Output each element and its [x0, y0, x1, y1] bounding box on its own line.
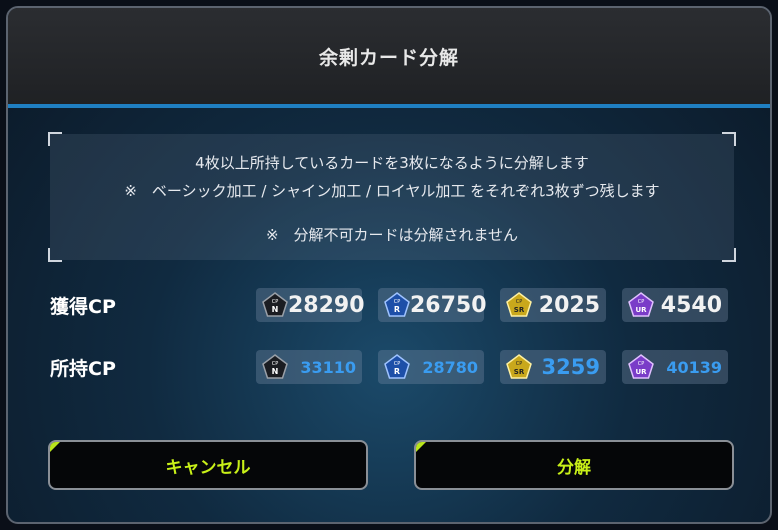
notice-panel: 4枚以上所持しているカードを3枚になるように分解します ※ ベーシック加工 / …: [48, 132, 736, 262]
gain-cp-ur: CP UR 4540: [622, 288, 728, 322]
corner-bracket: [48, 132, 62, 146]
svg-text:R: R: [394, 305, 400, 314]
gain-cp-r: CP R 26750: [378, 288, 487, 322]
owned-cp-label: 所持CP: [50, 358, 116, 380]
notice-line-3: ※ 分解不可カードは分解されません: [265, 226, 519, 244]
gain-cp-r-value: 26750: [410, 292, 487, 318]
cp-n-icon: CP N: [262, 354, 288, 379]
gain-cp-ur-value: 4540: [660, 292, 722, 318]
owned-cp-n: CP N 33110: [256, 350, 362, 384]
svg-text:SR: SR: [514, 368, 525, 376]
svg-text:CP: CP: [516, 361, 523, 367]
svg-text:R: R: [394, 367, 400, 376]
notice-line-2: ※ ベーシック加工 / シャイン加工 / ロイヤル加工 をそれぞれ3枚ずつ残しま…: [124, 182, 660, 200]
dialog-header: 余剰カード分解: [8, 8, 770, 108]
cancel-button-label: キャンセル: [165, 457, 251, 478]
corner-bracket: [722, 132, 736, 146]
corner-bracket: [48, 248, 62, 262]
svg-text:CP: CP: [638, 299, 645, 305]
gain-cp-n-value: 28290: [288, 292, 365, 318]
svg-text:CP: CP: [516, 299, 523, 305]
disassemble-button[interactable]: 分解: [414, 440, 734, 490]
cp-n-icon: CP N: [262, 292, 288, 317]
owned-cp-ur-value: 40139: [666, 357, 722, 377]
cp-sr-icon: CP SR: [506, 354, 532, 379]
cp-sr-icon: CP SR: [506, 292, 532, 317]
button-corner-accent: [50, 442, 68, 460]
cancel-button[interactable]: キャンセル: [48, 440, 368, 490]
svg-text:SR: SR: [514, 306, 525, 314]
cp-ur-icon: CP UR: [628, 354, 654, 379]
svg-text:N: N: [272, 367, 279, 376]
gain-cp-label: 獲得CP: [50, 296, 116, 318]
button-corner-accent: [416, 442, 434, 460]
cp-r-icon: CP R: [384, 292, 410, 317]
owned-cp-sr-value: 3259: [541, 355, 600, 379]
corner-bracket: [722, 248, 736, 262]
gain-cp-sr: CP SR 2025: [500, 288, 606, 322]
disassemble-button-label: 分解: [557, 457, 591, 478]
svg-text:N: N: [272, 305, 279, 314]
cp-ur-icon: CP UR: [628, 292, 654, 317]
owned-cp-r-value: 28780: [422, 357, 478, 377]
owned-cp-sr: CP SR 3259: [500, 350, 606, 384]
gain-cp-n: CP N 28290: [256, 288, 365, 322]
owned-cp-ur: CP UR 40139: [622, 350, 728, 384]
svg-text:UR: UR: [635, 368, 647, 376]
owned-cp-r: CP R 28780: [378, 350, 484, 384]
dialog-title: 余剰カード分解: [318, 46, 459, 69]
gain-cp-sr-value: 2025: [538, 292, 600, 318]
notice-line-1: 4枚以上所持しているカードを3枚になるように分解します: [195, 154, 589, 172]
svg-text:UR: UR: [635, 306, 647, 314]
cp-r-icon: CP R: [384, 354, 410, 379]
svg-text:CP: CP: [638, 361, 645, 367]
disassemble-dialog: 余剰カード分解 4枚以上所持しているカードを3枚になるように分解します ※ ベー…: [6, 6, 772, 524]
owned-cp-n-value: 33110: [300, 357, 356, 377]
